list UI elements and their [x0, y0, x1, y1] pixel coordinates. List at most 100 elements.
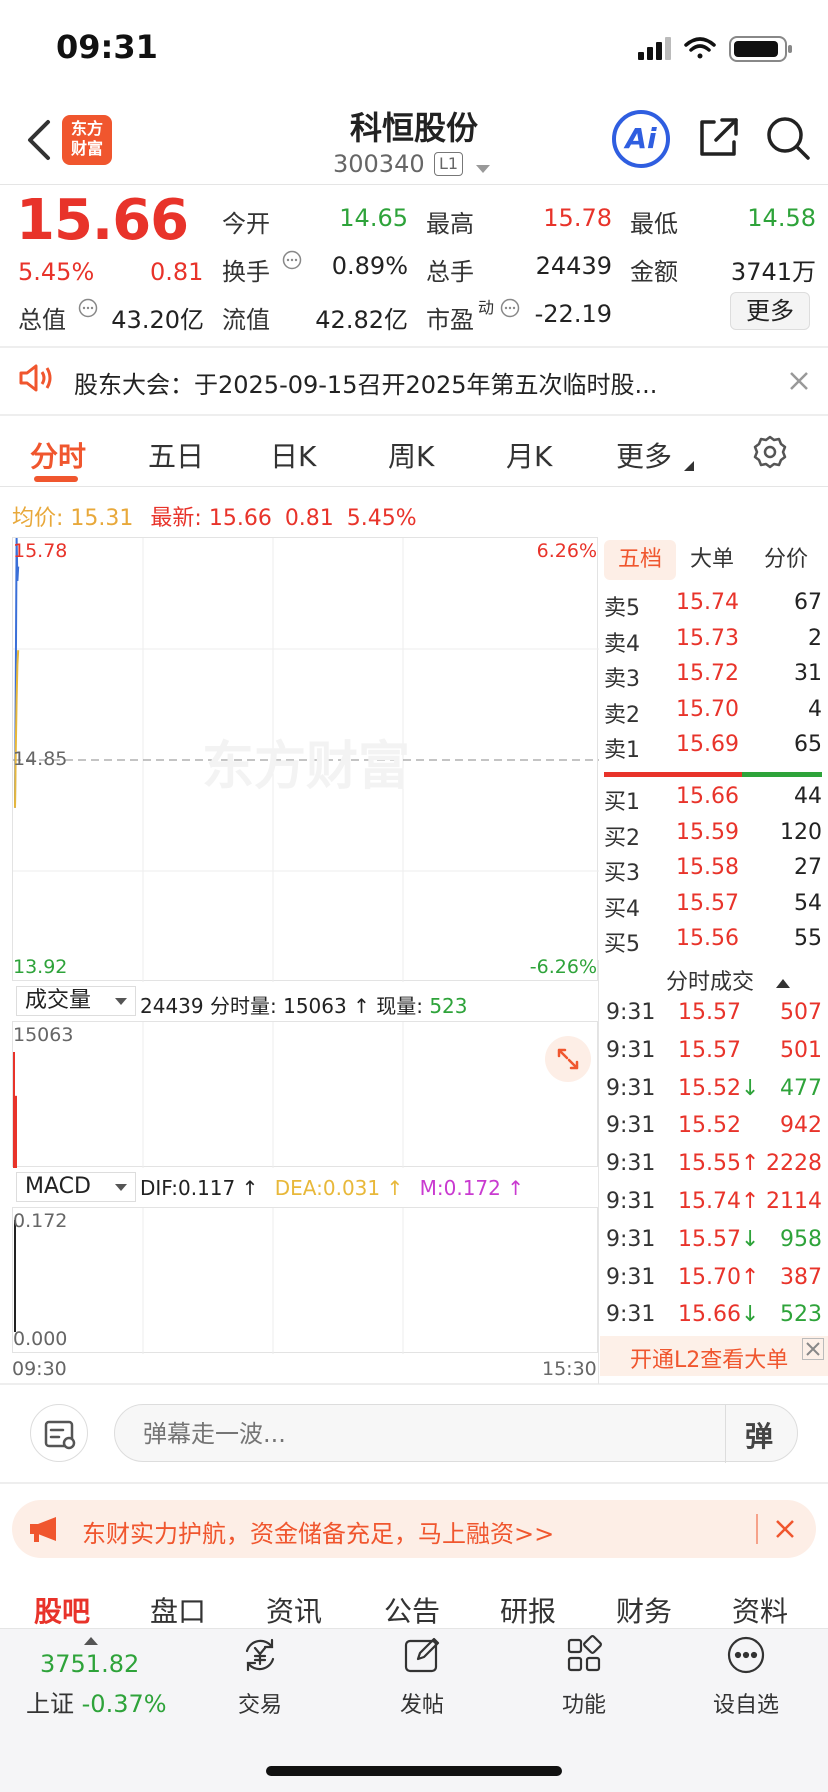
nav-function[interactable]: 功能	[524, 1635, 644, 1719]
dropdown-icon[interactable]	[476, 160, 490, 179]
tab-five-levels[interactable]: 五档	[604, 540, 676, 580]
volume-selector[interactable]: 成交量	[16, 986, 136, 1016]
index-value[interactable]: 3751.82	[40, 1650, 139, 1678]
tab-research[interactable]: 研报	[500, 1590, 556, 1630]
tab-big-orders[interactable]: 大单	[690, 540, 734, 580]
tab-more[interactable]: 更多	[616, 435, 672, 475]
bid-ask-bar-red	[604, 772, 742, 777]
level-badge[interactable]: L1	[434, 152, 464, 176]
settings-button[interactable]	[752, 434, 788, 474]
macd-y-max: 0.172	[13, 1210, 68, 1232]
tab-weekly-k[interactable]: 周K	[388, 435, 434, 475]
notice-text[interactable]: 股东大会：于2025-09-15召开2025年第五次临时股...	[74, 365, 657, 400]
more-button[interactable]: 更多	[730, 292, 810, 330]
info-icon[interactable]	[282, 250, 302, 274]
tab-monthly-k[interactable]: 月K	[506, 435, 552, 475]
info-icon[interactable]	[78, 298, 98, 322]
expand-button[interactable]	[545, 1036, 591, 1082]
m-value: 0.172	[443, 1176, 501, 1200]
orderbook-tabs: 五档 大单 分价	[600, 538, 828, 582]
bid-row[interactable]: 买3 15.58 27	[604, 855, 822, 890]
more-dots-icon	[727, 1636, 765, 1674]
ask-row[interactable]: 卖2 15.70 4	[604, 697, 822, 732]
tab-forum[interactable]: 股吧	[34, 1590, 90, 1630]
search-button[interactable]	[764, 114, 812, 166]
tab-finance[interactable]: 财务	[616, 1590, 672, 1630]
bid-row[interactable]: 买5 15.56 55	[604, 926, 822, 961]
l2-banner-text: 开通L2查看大单	[630, 1348, 789, 1373]
close-promo-button[interactable]	[774, 1518, 796, 1544]
trade-time: 9:31	[606, 1000, 656, 1025]
bid-row[interactable]: 买4 15.57 54	[604, 891, 822, 926]
sort-up-icon[interactable]	[776, 973, 790, 992]
mktcap-value: 43.20亿	[111, 306, 204, 334]
danmu-input-box[interactable]: 弹	[114, 1404, 798, 1463]
index-block[interactable]: 上证 -0.37%	[26, 1684, 167, 1719]
level-volume: 67	[794, 590, 822, 615]
tab-announcements[interactable]: 公告	[384, 1590, 440, 1630]
l2-banner[interactable]: 开通L2查看大单	[600, 1336, 828, 1376]
share-button[interactable]	[696, 116, 740, 164]
danmu-send-button[interactable]: 弹	[745, 1415, 773, 1455]
level-price: 15.57	[676, 890, 739, 916]
nav-post[interactable]: 发帖	[362, 1635, 482, 1719]
trade-row[interactable]: 9:31 15.74↑ 2114	[606, 1189, 822, 1227]
amount-value: 3741万	[730, 258, 816, 286]
input-divider	[725, 1405, 726, 1463]
mktcap-label: 总值	[18, 306, 66, 334]
trade-row[interactable]: 9:31 15.70↑ 387	[606, 1265, 822, 1303]
promo-banner[interactable]: 东财实力护航，资金储备充足，马上融资>>	[12, 1500, 816, 1558]
wifi-icon	[684, 37, 716, 59]
ask-row[interactable]: 卖3 15.72 31	[604, 661, 822, 696]
ask-row[interactable]: 卖4 15.73 2	[604, 626, 822, 661]
close-notice-button[interactable]	[788, 370, 810, 396]
trade-row[interactable]: 9:31 15.57 507	[606, 1000, 822, 1038]
tab-daily-k[interactable]: 日K	[270, 435, 316, 475]
trade-row[interactable]: 9:31 15.66↓ 523	[606, 1302, 822, 1340]
tab-underline	[34, 476, 78, 482]
index-pct: -0.37%	[81, 1690, 167, 1718]
ai-button[interactable]: Ai	[612, 110, 670, 168]
grid-icon	[567, 1635, 602, 1672]
danmu-settings-button[interactable]	[30, 1404, 88, 1462]
macd-selector[interactable]: MACD	[16, 1172, 136, 1202]
level-label: 买3	[604, 861, 640, 886]
trade-row[interactable]: 9:31 15.55↑ 2228	[606, 1151, 822, 1189]
nav-trade[interactable]: 交易	[200, 1635, 320, 1719]
close-l2-button[interactable]	[802, 1338, 824, 1360]
chart-info: 均价: 15.31 最新: 15.66 0.81 5.45%	[12, 500, 417, 532]
low-value: 14.58	[747, 204, 816, 232]
bid-row[interactable]: 买1 15.66 44	[604, 784, 822, 819]
ask-row[interactable]: 卖5 15.74 67	[604, 590, 822, 625]
arrow-up-icon: ↑	[353, 994, 370, 1018]
tab-price-dist[interactable]: 分价	[764, 540, 808, 580]
avg-label: 均价:	[12, 506, 64, 531]
trade-row[interactable]: 9:31 15.52 942	[606, 1113, 822, 1151]
trades-title[interactable]: 分时成交	[666, 964, 754, 996]
tab-news[interactable]: 资讯	[266, 1590, 322, 1630]
minute-vol-label: 分时量:	[209, 994, 277, 1018]
nav-post-label: 发帖	[399, 1693, 444, 1718]
trade-row[interactable]: 9:31 15.57↓ 958	[606, 1227, 822, 1265]
trade-price: 15.57	[678, 1037, 741, 1063]
now-vol: 523	[429, 994, 468, 1018]
tab-intraday[interactable]: 分时	[30, 435, 86, 475]
volume-info: 24439 分时量: 15063 ↑ 现量: 523	[140, 990, 468, 1019]
nav-add-watchlist[interactable]: 设自选	[686, 1635, 806, 1719]
tab-five-day[interactable]: 五日	[148, 435, 204, 475]
ask-row[interactable]: 卖1 15.69 65	[604, 732, 822, 767]
tab-handicap[interactable]: 盘口	[150, 1590, 206, 1630]
price-chart-svg: 东方财富	[13, 538, 599, 982]
tab-profile[interactable]: 资料	[732, 1590, 788, 1630]
volume-chart[interactable]: 15063	[12, 1021, 598, 1168]
intraday-chart[interactable]: 东方财富 15.78 6.26% 14.85 13.92 -6.26%	[12, 537, 599, 982]
info-icon[interactable]	[500, 298, 520, 322]
level-volume: 44	[794, 784, 822, 809]
macd-y-min: 0.000	[13, 1328, 68, 1350]
trade-row[interactable]: 9:31 15.57 501	[606, 1038, 822, 1076]
bid-row[interactable]: 买2 15.59 120	[604, 820, 822, 855]
stock-code: 300340	[333, 150, 425, 178]
trade-row[interactable]: 9:31 15.52↓ 477	[606, 1076, 822, 1114]
macd-chart[interactable]: 0.172 0.000	[12, 1207, 598, 1354]
danmu-input[interactable]	[143, 1417, 703, 1451]
